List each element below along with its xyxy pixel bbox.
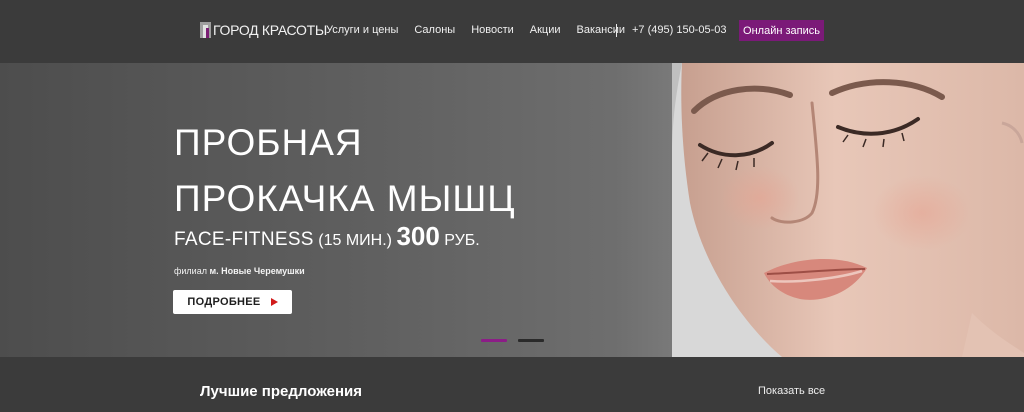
subtitle-price: 300 (396, 221, 440, 251)
more-details-button[interactable]: ПОДРОБНЕЕ (173, 290, 292, 314)
nav-divider (616, 24, 617, 37)
play-arrow-icon (270, 298, 278, 306)
nav-item-vacancies[interactable]: Вакансии (577, 24, 626, 36)
main-nav: Услуги и цены Салоны Новости Акции Вакан… (326, 24, 641, 36)
hero-title-line-2: ПРОКАЧКА МЫШЦ (174, 178, 516, 219)
subtitle-currency: РУБ. (444, 232, 480, 249)
hero-title-line-1: ПРОБНАЯ (174, 122, 363, 163)
hero-title: ПРОБНАЯ ПРОКАЧКА МЫШЦ (174, 115, 516, 227)
more-details-label: ПОДРОБНЕЕ (187, 296, 261, 308)
subtitle-service: FACE-FITNESS (174, 229, 314, 250)
phone-link[interactable]: +7 (495) 150-05-03 (632, 24, 726, 36)
nav-item-news[interactable]: Новости (471, 24, 514, 36)
online-booking-button[interactable]: Онлайн запись (739, 20, 824, 41)
slider-dot-2[interactable] (518, 339, 544, 342)
subtitle-duration: (15 МИН.) (318, 232, 392, 249)
nav-item-promotions[interactable]: Акции (530, 24, 561, 36)
logo-text: ГОРОД КРАСОТЫ (213, 22, 327, 38)
hero-slider: ПРОБНАЯ ПРОКАЧКА МЫШЦ FACE-FITNESS (15 М… (0, 63, 1024, 357)
branch-prefix: филиал (174, 266, 207, 276)
nav-item-services[interactable]: Услуги и цены (326, 24, 398, 36)
logo[interactable]: ГОРОД КРАСОТЫ (200, 21, 327, 39)
site-header: ГОРОД КРАСОТЫ Услуги и цены Салоны Новос… (0, 0, 1024, 63)
offers-section-header: Лучшие предложения Показать все (0, 357, 1024, 412)
section-title: Лучшие предложения (200, 383, 363, 400)
hero-face-photo (672, 63, 1024, 357)
branch-name: м. Новые Черемушки (209, 266, 305, 276)
branch-info: филиал м. Новые Черемушки (174, 266, 305, 276)
nav-item-salons[interactable]: Салоны (414, 24, 455, 36)
slider-dot-1-active[interactable] (481, 339, 507, 342)
hero-subtitle: FACE-FITNESS (15 МИН.) 300 РУБ. (174, 221, 480, 252)
logo-icon (200, 22, 211, 38)
show-all-link[interactable]: Показать все (758, 385, 825, 397)
